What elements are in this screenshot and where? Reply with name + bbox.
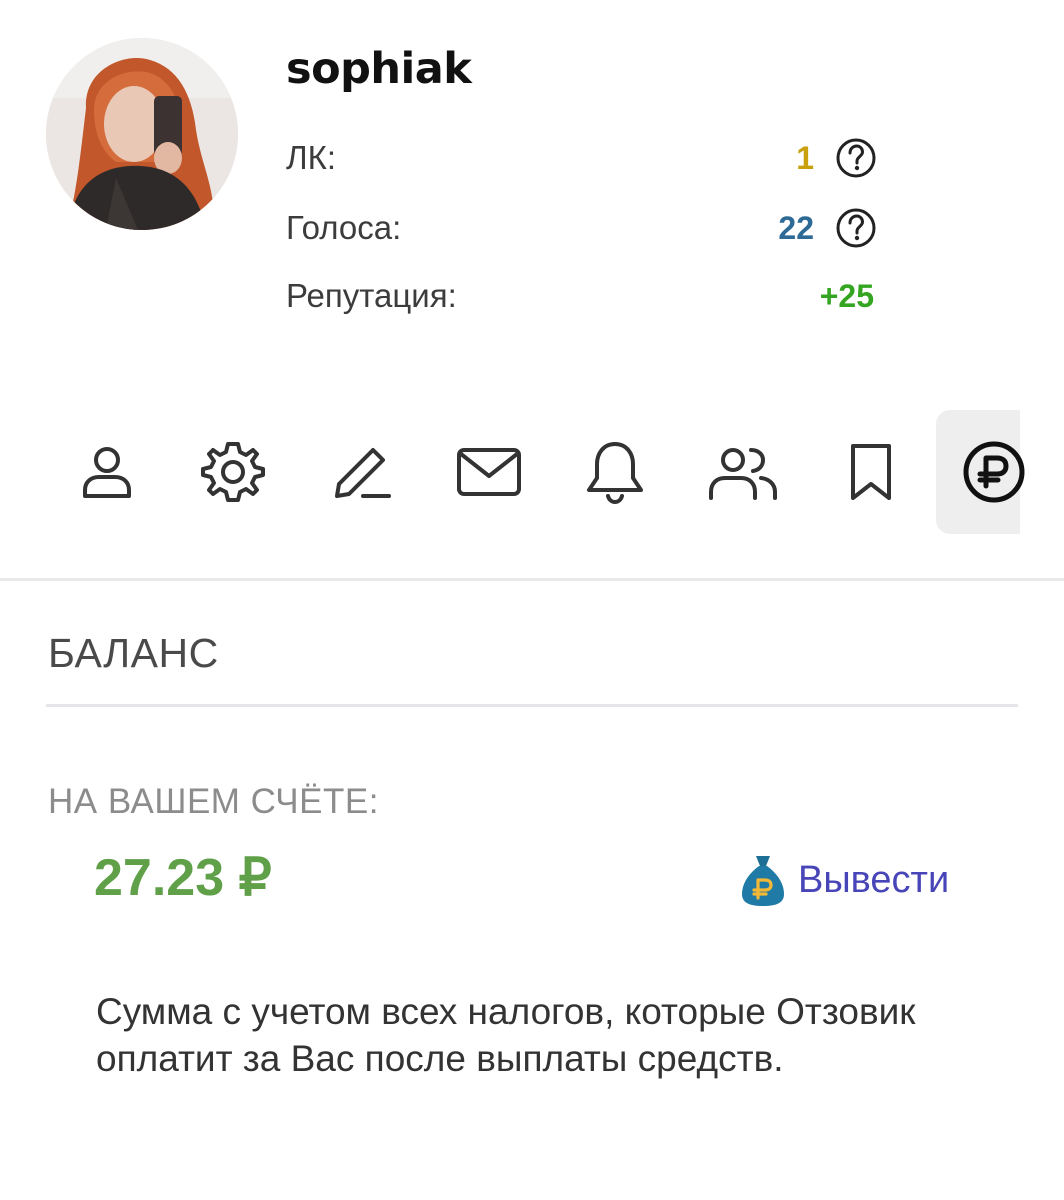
profile-tabs xyxy=(0,410,1064,534)
help-icon[interactable] xyxy=(834,136,878,180)
stat-value-lk: 1 xyxy=(796,140,814,176)
username: sophiak xyxy=(286,44,472,94)
withdraw-label: Вывести xyxy=(798,858,950,901)
balance-amount: 27.23 ₽ xyxy=(94,849,272,907)
section-title-balance: БАЛАНС xyxy=(48,630,219,676)
bookmark-icon xyxy=(851,444,891,500)
stat-value-reputation: +25 xyxy=(819,278,874,314)
profile-icon xyxy=(83,447,131,498)
edit-pencil-icon xyxy=(335,448,391,498)
stat-row-votes: Голоса: 22 xyxy=(286,204,878,252)
tab-notifications[interactable] xyxy=(570,410,660,534)
mail-envelope-icon xyxy=(457,448,521,496)
tab-friends[interactable] xyxy=(698,410,788,534)
money-bag-icon xyxy=(742,856,784,906)
tab-profile[interactable] xyxy=(62,410,152,534)
tab-messages[interactable] xyxy=(444,410,534,534)
withdraw-button[interactable]: Вывести xyxy=(740,850,949,910)
stat-label-reputation: Репутация: xyxy=(286,277,457,314)
stat-value-votes: 22 xyxy=(778,210,814,246)
notification-bell-icon xyxy=(587,442,643,505)
help-icon[interactable] xyxy=(834,206,878,250)
balance-note: Сумма с учетом всех налогов, которые Отз… xyxy=(96,991,916,1079)
ruble-coin-icon xyxy=(963,441,1025,503)
settings-gear-icon xyxy=(201,442,265,502)
stat-label-lk: ЛК: xyxy=(286,139,337,176)
avatar-photo xyxy=(46,38,238,230)
tab-balance[interactable] xyxy=(936,410,1025,534)
account-label: НА ВАШЕМ СЧЁТЕ: xyxy=(48,782,379,821)
stat-label-votes: Голоса: xyxy=(286,209,402,246)
tab-settings[interactable] xyxy=(188,410,278,534)
stat-row-lk: ЛК: 1 xyxy=(286,134,878,182)
section-divider xyxy=(46,704,1018,707)
stat-row-reputation: Репутация: +25 xyxy=(286,272,878,320)
tabs-divider xyxy=(0,578,1064,581)
tab-edit[interactable] xyxy=(316,410,406,534)
avatar[interactable] xyxy=(46,38,238,230)
friends-icon xyxy=(709,448,777,500)
tab-bookmarks[interactable] xyxy=(826,410,916,534)
